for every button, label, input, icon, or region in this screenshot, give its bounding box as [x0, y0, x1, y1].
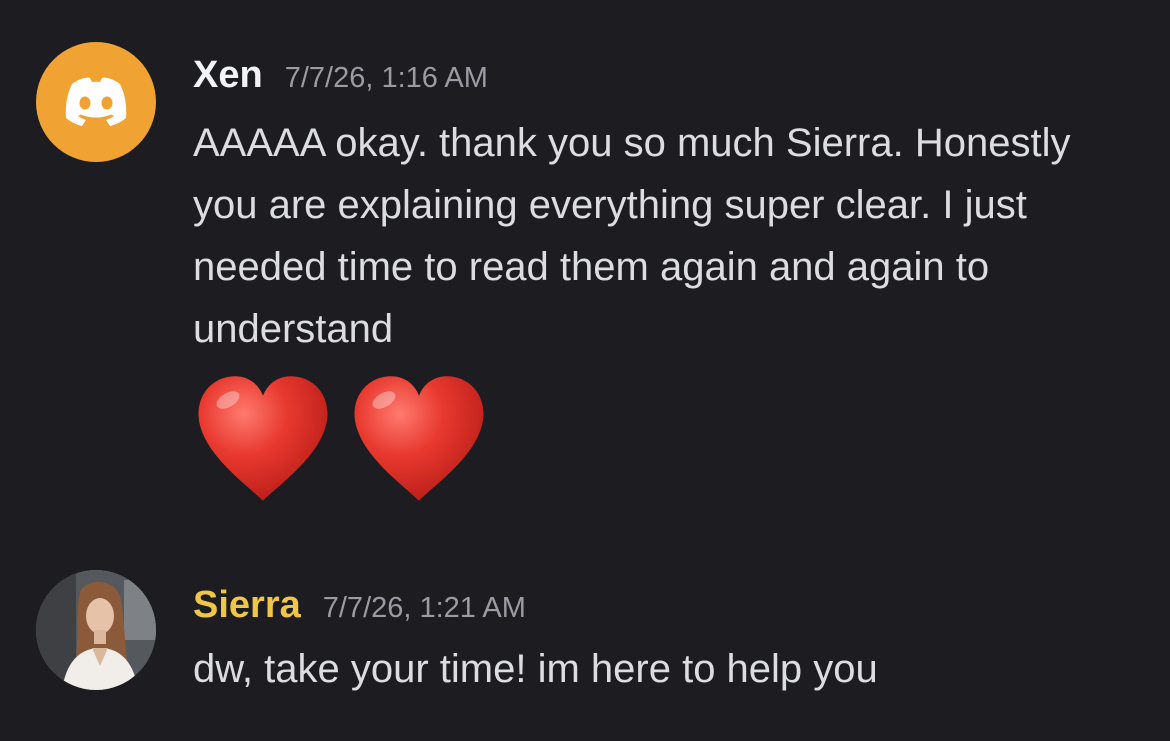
message-header: Sierra 7/7/26, 1:21 AM [193, 584, 526, 632]
timestamp: 7/7/26, 1:16 AM [284, 62, 488, 94]
avatar[interactable] [36, 42, 156, 162]
avatar[interactable] [36, 570, 156, 690]
message-item: Sierra 7/7/26, 1:21 AM dw, take your time… [0, 570, 1170, 710]
message-text: dw, take your time! im here to help you [193, 647, 878, 691]
heart-emoji-icon [354, 376, 484, 501]
message-text: AAAAA okay. thank you so much Sierra. Ho… [193, 121, 1071, 351]
chat-message-list: Xen 7/7/26, 1:16 AM AAAAA okay. thank you… [0, 0, 1170, 741]
timestamp: 7/7/26, 1:21 AM [322, 592, 526, 624]
emoji-row [193, 372, 501, 512]
discord-logo-icon [65, 77, 127, 126]
username[interactable]: Xen [193, 54, 263, 96]
message-item: Xen 7/7/26, 1:16 AM AAAAA okay. thank you… [0, 42, 1170, 522]
message-header: Xen 7/7/26, 1:16 AM [193, 54, 488, 102]
username[interactable]: Sierra [193, 584, 301, 626]
user-photo-icon [36, 570, 156, 690]
heart-emoji-icon [198, 376, 328, 501]
